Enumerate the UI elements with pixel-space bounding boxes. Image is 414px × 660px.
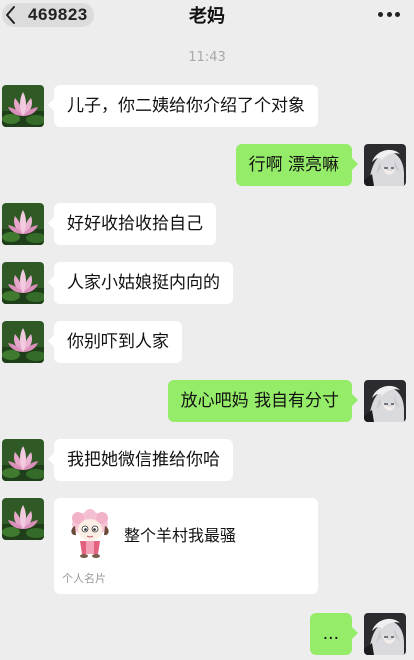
incoming-message[interactable]: 儿子，你二姨给你介绍了个对象 [48,85,318,127]
contact-card[interactable]: 整个羊村我最骚 个人名片 [54,498,318,594]
incoming-message[interactable]: 你别吓到人家 [48,321,182,363]
contact-card-label: 个人名片 [62,572,106,585]
contact-card-name: 整个羊村我最骚 [124,526,237,545]
incoming-message[interactable]: 人家小姑娘挺内向的 [48,262,233,304]
lotus-avatar[interactable] [2,203,44,245]
timestamp: 11:43 [188,50,226,65]
sheep-cartoon-avatar [71,509,109,558]
anime-portrait-avatar[interactable] [364,144,406,186]
lotus-avatar[interactable] [2,321,44,363]
chat-title: 老妈 [189,6,225,27]
anime-portrait-avatar[interactable] [364,380,406,422]
incoming-message[interactable]: 我把她微信推给你哈 [48,439,233,481]
lotus-avatar[interactable] [2,439,44,481]
more-dots-icon[interactable] [378,12,400,18]
outgoing-message[interactable]: 行啊 漂亮嘛 [235,144,359,186]
incoming-message[interactable]: 好好收拾收拾自己 [48,203,216,245]
anime-portrait-avatar[interactable] [364,613,406,655]
lotus-avatar[interactable] [2,85,44,127]
outgoing-message[interactable]: ... [309,613,359,655]
lotus-avatar[interactable] [2,262,44,304]
outgoing-message[interactable]: 放心吧妈 我自有分寸 [167,380,359,422]
nav-bar: 469823 老妈 [0,0,414,30]
lotus-avatar[interactable] [2,498,44,540]
